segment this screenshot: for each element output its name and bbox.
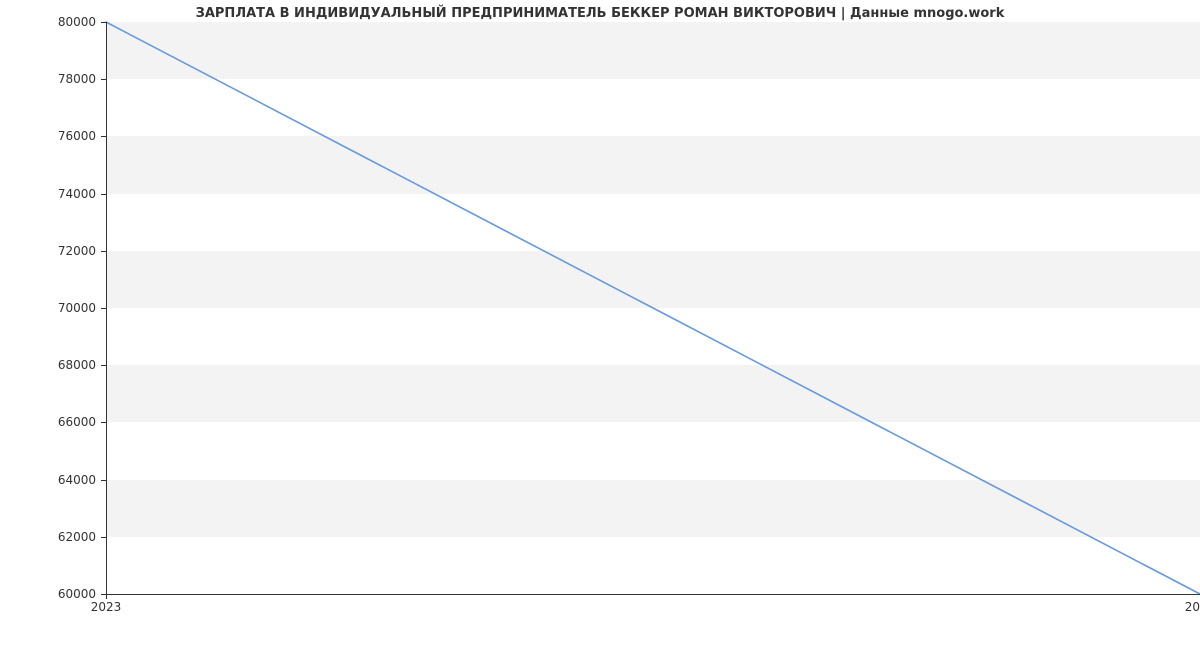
y-tick-mark <box>101 422 106 423</box>
x-tick-label: 2024 <box>1185 600 1200 614</box>
y-tick-label: 62000 <box>0 530 96 544</box>
y-tick-mark <box>101 537 106 538</box>
series-line <box>106 22 1200 594</box>
y-tick-label: 66000 <box>0 415 96 429</box>
y-tick-label: 70000 <box>0 301 96 315</box>
y-tick-label: 74000 <box>0 187 96 201</box>
y-tick-mark <box>101 22 106 23</box>
chart-title: ЗАРПЛАТА В ИНДИВИДУАЛЬНЫЙ ПРЕДПРИНИМАТЕЛ… <box>0 6 1200 21</box>
y-tick-mark <box>101 136 106 137</box>
y-tick-label: 68000 <box>0 358 96 372</box>
plot-area <box>106 22 1200 594</box>
y-tick-label: 72000 <box>0 244 96 258</box>
y-tick-label: 64000 <box>0 473 96 487</box>
x-axis <box>106 594 1200 595</box>
y-tick-mark <box>101 480 106 481</box>
y-tick-label: 76000 <box>0 129 96 143</box>
y-tick-label: 80000 <box>0 15 96 29</box>
x-tick-label: 2023 <box>91 600 122 614</box>
x-tick-mark <box>106 594 107 599</box>
y-tick-mark <box>101 251 106 252</box>
y-tick-mark <box>101 194 106 195</box>
y-axis <box>106 22 107 594</box>
y-tick-mark <box>101 308 106 309</box>
y-tick-mark <box>101 79 106 80</box>
y-tick-mark <box>101 365 106 366</box>
y-tick-label: 60000 <box>0 587 96 601</box>
y-tick-label: 78000 <box>0 72 96 86</box>
